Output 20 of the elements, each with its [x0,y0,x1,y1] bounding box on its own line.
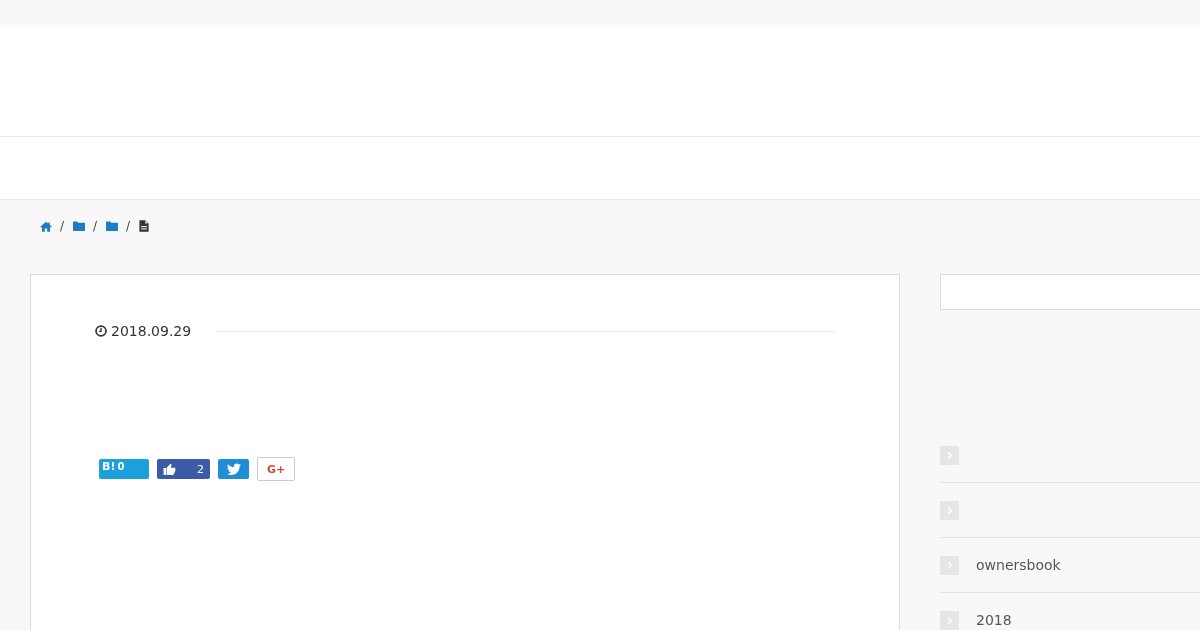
post-date: 2018.09.29 [111,322,192,341]
folder-icon[interactable] [73,221,86,231]
clock-icon [95,325,107,337]
document-icon [139,220,150,232]
sidebar-link[interactable]: ownersbook [976,555,1061,575]
thumbs-up-icon [163,463,176,475]
tweet-button[interactable] [218,459,249,479]
plus-share-button[interactable]: G+ [257,457,295,481]
breadcrumb-separator: / [60,218,65,234]
breadcrumb-separator: / [93,218,98,234]
search-field[interactable] [940,274,1200,310]
bird-icon [226,463,241,475]
folder-icon[interactable] [106,221,119,231]
chevron-icon [940,500,959,520]
chevron-icon [940,555,959,575]
sidebar-link[interactable]: 2018 [976,610,1012,630]
like-button[interactable]: 2 [157,459,210,479]
breadcrumb-separator: / [126,218,131,234]
home-icon[interactable] [40,220,52,232]
chevron-icon [940,445,959,465]
